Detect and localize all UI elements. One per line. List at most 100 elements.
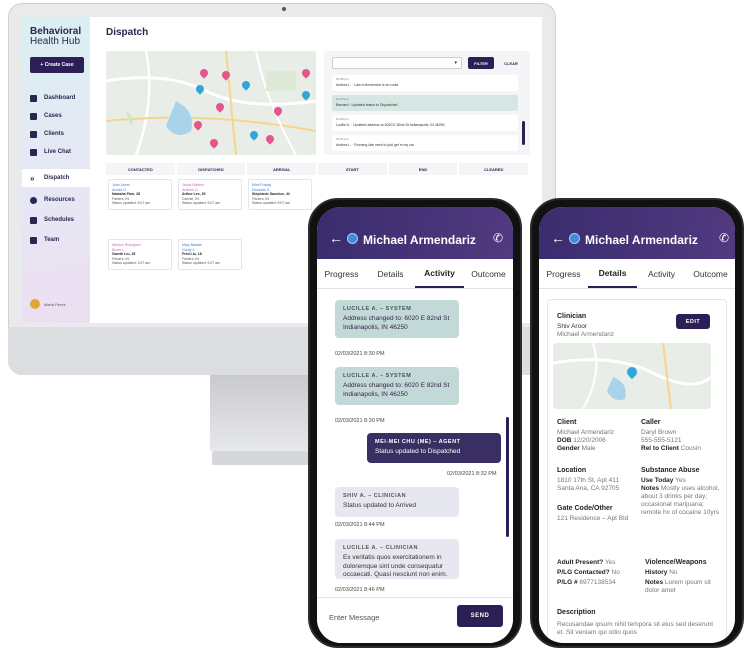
log-message: Lucille A. · Updated address to 6020 E 8… bbox=[336, 123, 445, 127]
sidebar-item-live-chat[interactable]: Live Chat bbox=[22, 143, 90, 161]
use-today-label: Use Today bbox=[641, 477, 674, 484]
tab-progress[interactable]: Progress bbox=[317, 259, 366, 288]
clients-icon bbox=[30, 130, 37, 138]
message-header: LUCILLE A. – SYSTEM bbox=[343, 306, 412, 312]
gate-code-value: 121 Residence – Apt Bld bbox=[557, 515, 629, 522]
log-filter-select[interactable]: ▾ bbox=[332, 57, 462, 69]
sidebar-item-resources[interactable]: Resources bbox=[22, 191, 90, 209]
violence-history: History No bbox=[645, 569, 678, 577]
back-arrow-icon[interactable]: ← bbox=[551, 230, 565, 246]
tab-outcome[interactable]: Outcome bbox=[686, 259, 735, 288]
status-column-contacted[interactable]: CONTACTED bbox=[106, 163, 175, 175]
case-card[interactable]: Weston Rodriguez Bruce L. Gareth Liu, 25… bbox=[108, 239, 172, 270]
tab-outcome[interactable]: Outcome bbox=[464, 259, 513, 288]
plg-contacted: P/LG Contacted? No bbox=[557, 569, 620, 577]
create-case-button[interactable]: + Create Case bbox=[30, 57, 84, 73]
description-text: Recusandae ipsum nihil tempora sit eius … bbox=[557, 621, 714, 636]
clear-button[interactable]: CLEAR bbox=[498, 57, 524, 69]
message-timestamp: 02/03/2021 8:32 PM bbox=[447, 471, 497, 477]
case-card[interactable]: Mary Balaski Gordy J. Fred Liu, 18 Fishe… bbox=[178, 239, 242, 270]
status-column-start[interactable]: START bbox=[318, 163, 387, 175]
log-row[interactable]: 10:33 pm Lucille A. · Updated address to … bbox=[332, 115, 518, 131]
message-composer: Enter Message SEND bbox=[317, 597, 513, 643]
location-address: 1810 17th St, Apt 411 Santa Ana, CA 9270… bbox=[557, 477, 620, 492]
log-row[interactable]: 10:34 pm Bernard · Updated status to Disp… bbox=[332, 95, 518, 111]
log-time: 10:34 pm bbox=[336, 97, 349, 101]
message-body: Status updated to Dispatched bbox=[375, 448, 461, 455]
client-name: Michael Armendariz bbox=[585, 233, 698, 247]
edit-button[interactable]: EDIT bbox=[676, 314, 710, 329]
tab-details[interactable]: Details bbox=[588, 259, 637, 288]
sidebar-item-dashboard[interactable]: Dashboard bbox=[22, 89, 90, 107]
location-map[interactable] bbox=[553, 343, 711, 409]
location-label: Location bbox=[557, 467, 587, 474]
nav-label: Dispatch bbox=[44, 175, 70, 181]
chat-message: LUCILLE A. – CLINICIAN Ex veritatis quos… bbox=[335, 539, 459, 579]
substance-notes: Notes Mostly uses alcohol, about 3 drink… bbox=[641, 485, 723, 517]
phone-details: ← Michael Armendariz ✆ Progress Details … bbox=[530, 198, 744, 648]
sidebar-item-schedules[interactable]: Schedules bbox=[22, 211, 90, 229]
monitor-stand bbox=[210, 375, 310, 451]
gender-value: Male bbox=[581, 445, 596, 452]
case-tabs: Progress Details Activity Outcome bbox=[539, 259, 735, 289]
status-column-cleared[interactable]: CLEARED bbox=[459, 163, 529, 175]
sidebar-item-clients[interactable]: Clients bbox=[22, 125, 90, 143]
phone-activity: ← Michael Armendariz ✆ Progress Details … bbox=[308, 198, 522, 648]
case-card[interactable]: John Jones Arnold O. Natasha Pion, 28 Fi… bbox=[108, 179, 172, 210]
client-gender: Gender Male bbox=[557, 445, 596, 453]
case-id-icon bbox=[569, 233, 580, 244]
phone-call-icon[interactable]: ✆ bbox=[493, 231, 503, 245]
clinician-name: Shiv Aroor bbox=[557, 323, 587, 330]
dispatch-icon: » bbox=[30, 173, 35, 183]
message-timestamp: 02/03/2021 8:30 PM bbox=[335, 418, 385, 424]
message-timestamp: 02/03/2021 8:44 PM bbox=[335, 522, 385, 528]
back-arrow-icon[interactable]: ← bbox=[329, 230, 343, 246]
status-columns-header: CONTACTED DISPATCHED ARRIVAL START END C… bbox=[106, 163, 530, 175]
log-row[interactable]: 10:35 pm Andrea L. · Law enforcement is e… bbox=[332, 75, 518, 91]
sidebar-item-cases[interactable]: Cases bbox=[22, 107, 90, 125]
message-input[interactable]: Enter Message bbox=[329, 613, 379, 622]
chat-scrollbar[interactable] bbox=[506, 417, 509, 537]
card-status: Status updated: 5:07 am bbox=[112, 201, 151, 205]
status-column-end[interactable]: END bbox=[388, 163, 458, 175]
page-title: Dispatch bbox=[106, 27, 149, 38]
caller-label: Caller bbox=[641, 419, 661, 426]
message-body: Address changed to: 6020 E 82nd St India… bbox=[343, 382, 450, 398]
phone-details-screen: ← Michael Armendariz ✆ Progress Details … bbox=[539, 207, 735, 643]
plg-number: P/LG # 6977138534 bbox=[557, 579, 616, 587]
sidebar-item-dispatch[interactable]: » Dispatch bbox=[22, 169, 90, 187]
log-message: Andrea L. · Law enforcement is en route bbox=[336, 83, 399, 87]
case-card[interactable]: Mimi Fostag Edwards G. Stephanie Sanchez… bbox=[248, 179, 312, 210]
status-column-dispatched[interactable]: DISPATCHED bbox=[176, 163, 246, 175]
log-scrollbar[interactable] bbox=[522, 121, 525, 145]
history-value: No bbox=[669, 569, 678, 576]
tab-progress[interactable]: Progress bbox=[539, 259, 588, 288]
client-label: Client bbox=[557, 419, 577, 426]
tab-activity[interactable]: Activity bbox=[415, 259, 464, 288]
nav-label: Schedules bbox=[44, 217, 75, 223]
dob-label: DOB bbox=[557, 437, 572, 444]
case-card[interactable]: Jacob Winters Andrew O. Arthur Lee, 30 C… bbox=[178, 179, 242, 210]
filter-button[interactable]: FILTER bbox=[468, 57, 494, 69]
send-button[interactable]: SEND bbox=[457, 605, 503, 627]
card-status: Status updated: 5:07 am bbox=[182, 201, 221, 205]
sidebar-item-team[interactable]: Team bbox=[22, 231, 90, 249]
tab-details[interactable]: Details bbox=[366, 259, 415, 288]
caller-phone: 555-555-5121 bbox=[641, 437, 682, 444]
status-column-arrival[interactable]: ARRIVAL bbox=[247, 163, 317, 175]
case-tabs: Progress Details Activity Outcome bbox=[317, 259, 513, 289]
dispatch-map[interactable] bbox=[106, 51, 316, 155]
caller-relation: Rel to Client Cousin bbox=[641, 445, 701, 453]
rel-label: Rel to Client bbox=[641, 445, 679, 452]
resources-icon bbox=[30, 196, 37, 204]
log-row[interactable]: 10:31 pm Andrea L. · Running late need to… bbox=[332, 135, 518, 151]
nav-label: Clients bbox=[44, 131, 65, 137]
phone-call-icon[interactable]: ✆ bbox=[719, 231, 729, 245]
user-profile[interactable]: Maria Perez bbox=[30, 299, 66, 309]
message-header: SHIV A. – CLINICIAN bbox=[343, 493, 407, 499]
notes-label: Notes bbox=[645, 579, 664, 586]
tab-activity[interactable]: Activity bbox=[637, 259, 686, 288]
adult-present: Adult Present? Yes bbox=[557, 559, 616, 567]
home-icon bbox=[30, 94, 37, 102]
log-message: Bernard · Updated status to Dispatched bbox=[336, 103, 398, 107]
